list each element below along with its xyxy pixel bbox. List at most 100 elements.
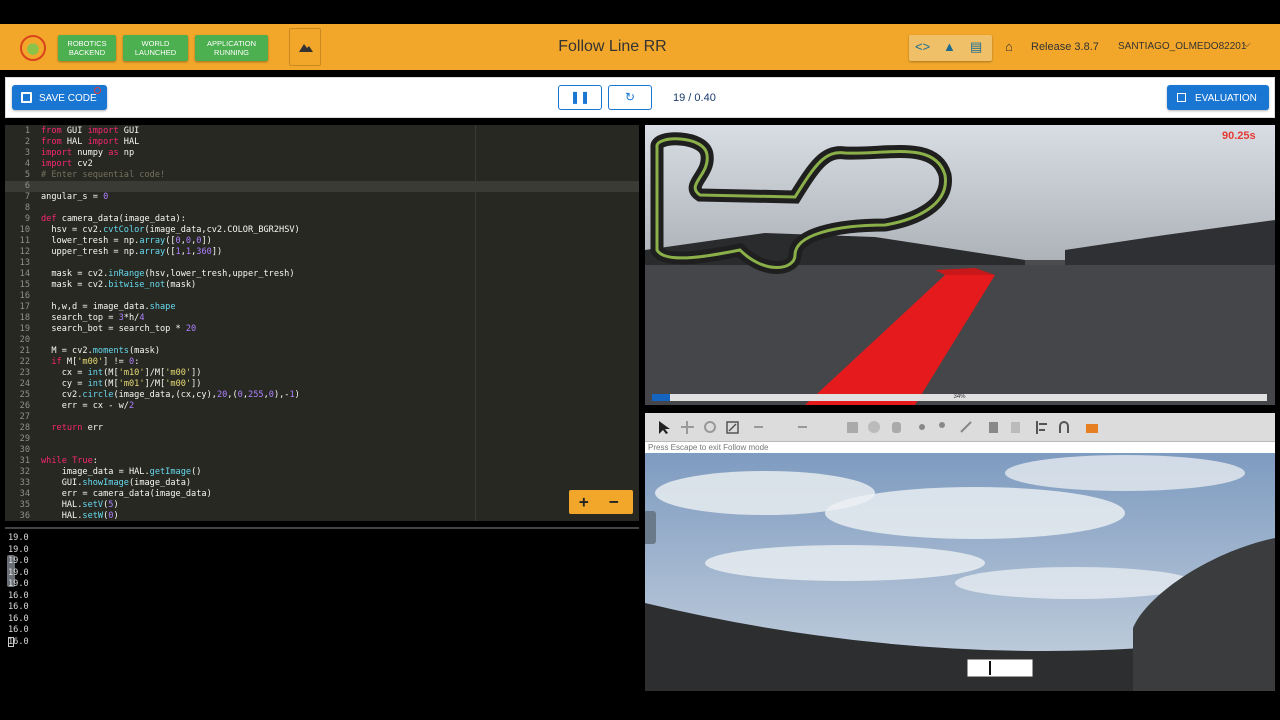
- gazebo-view[interactable]: Press Escape to exit Follow mode: [645, 413, 1275, 691]
- snap-icon[interactable]: [1057, 420, 1072, 435]
- rotate-icon[interactable]: [703, 420, 718, 435]
- cylinder-shape-icon[interactable]: [889, 420, 904, 435]
- code-line[interactable]: 10 hsv = cv2.cvtColor(image_data,cv2.COL…: [5, 225, 639, 236]
- copy-icon[interactable]: [987, 420, 1002, 435]
- user-menu[interactable]: SANTIAGO_OLMEDO82201: [1118, 41, 1246, 52]
- console-output[interactable]: 19.0 19.0 19.0 19.0 19.0 16.0 16.0 16.0 16.0 16.0: [5, 527, 639, 690]
- code-line[interactable]: 32 image_data = HAL.getImage(): [5, 467, 639, 478]
- code-line[interactable]: 1 from GUI import GUI: [5, 126, 639, 137]
- point-light-icon[interactable]: [915, 420, 930, 435]
- undo-icon[interactable]: [751, 420, 766, 435]
- code-line[interactable]: 19 search_bot = search_top * 20: [5, 324, 639, 335]
- scale-icon[interactable]: [725, 420, 740, 435]
- align-icon[interactable]: [1035, 420, 1050, 435]
- line-code: return err: [51, 423, 104, 433]
- line-number: 18: [19, 313, 30, 323]
- application-running-status[interactable]: APPLICATION RUNNING: [195, 35, 268, 61]
- chat-icon[interactable]: ▤: [970, 39, 982, 55]
- app-logo[interactable]: [20, 35, 46, 61]
- line-number: 27: [19, 412, 30, 422]
- spot-light-icon[interactable]: [937, 420, 952, 435]
- school-icon[interactable]: ▲: [943, 39, 956, 54]
- select-arrow-icon[interactable]: [657, 420, 672, 435]
- gazebo-scene[interactable]: [645, 453, 1275, 691]
- line-number: 16: [19, 291, 30, 301]
- zoom-in-button[interactable]: +: [579, 492, 589, 511]
- home-icon[interactable]: ⌂: [1005, 39, 1013, 54]
- code-line[interactable]: 14 mask = cv2.inRange(hsv,lower_tresh,up…: [5, 269, 639, 280]
- code-line[interactable]: 17 h,w,d = image_data.shape: [5, 302, 639, 313]
- code-line[interactable]: 6: [5, 181, 639, 192]
- code-line[interactable]: 33 GUI.showImage(image_data): [5, 478, 639, 489]
- code-icon[interactable]: <>: [915, 39, 930, 54]
- code-line[interactable]: 20: [5, 335, 639, 346]
- console-line: 19.0: [8, 579, 29, 589]
- code-line[interactable]: 18 search_top = 3*h/4: [5, 313, 639, 324]
- code-line[interactable]: 29: [5, 434, 639, 445]
- code-line[interactable]: 7 angular_s = 0: [5, 192, 639, 203]
- code-line[interactable]: 27: [5, 412, 639, 423]
- code-line[interactable]: 21 M = cv2.moments(mask): [5, 346, 639, 357]
- box-shape-icon[interactable]: [845, 420, 860, 435]
- chevron-down-icon[interactable]: ⌵: [1243, 39, 1251, 50]
- console-line: 16.0: [8, 590, 29, 601]
- line-code: import numpy as np: [41, 148, 135, 158]
- translate-icon[interactable]: [680, 420, 695, 435]
- code-line[interactable]: 16: [5, 291, 639, 302]
- pause-button[interactable]: ❚❚: [558, 85, 602, 110]
- line-code: GUI.showImage(image_data): [41, 478, 192, 488]
- code-line[interactable]: 34 err = camera_data(image_data): [5, 489, 639, 500]
- line-number: 7: [24, 192, 30, 202]
- line-code: from HAL import HAL: [41, 137, 140, 147]
- code-line[interactable]: 15 mask = cv2.bitwise_not(mask): [5, 280, 639, 291]
- terrain-button[interactable]: [289, 28, 321, 66]
- line-code: HAL.setW(0): [41, 511, 119, 521]
- code-line[interactable]: 36 HAL.setW(0): [5, 511, 639, 521]
- code-line[interactable]: 35 HAL.setV(5): [5, 500, 639, 511]
- code-line[interactable]: 3 import numpy as np: [5, 148, 639, 159]
- evaluation-button[interactable]: EVALUATION: [1167, 85, 1269, 110]
- lap-timer: 90.25s: [1222, 130, 1256, 142]
- code-line[interactable]: 31 while True:: [5, 456, 639, 467]
- status-line: APPLICATION: [206, 39, 257, 48]
- gazebo-3d-view: [645, 453, 1275, 691]
- console-line: 19.0: [8, 556, 29, 566]
- code-line[interactable]: 30: [5, 445, 639, 456]
- reset-button[interactable]: ↻: [608, 85, 652, 110]
- line-number: 1: [24, 126, 30, 136]
- side-panel-handle[interactable]: [645, 511, 656, 544]
- code-line[interactable]: 24 cy = int(M['m01']/M['m00']): [5, 379, 639, 390]
- line-code: cy = int(M['m01']/M['m00']): [41, 379, 202, 389]
- sphere-shape-icon[interactable]: [867, 420, 882, 435]
- code-line[interactable]: 28 return err: [5, 423, 639, 434]
- zoom-out-button[interactable]: −: [609, 492, 619, 511]
- code-line[interactable]: 2 from HAL import HAL: [5, 137, 639, 148]
- code-line[interactable]: 11 lower_tresh = np.array([0,0,0]): [5, 236, 639, 247]
- code-line[interactable]: 25 cv2.circle(image_data,(cx,cy),20,(0,2…: [5, 390, 639, 401]
- code-line[interactable]: 26 err = cx - w/2: [5, 401, 639, 412]
- lap-progress-bar: 34%: [652, 394, 1267, 401]
- code-line[interactable]: 12 upper_tresh = np.array([1,1,360]): [5, 247, 639, 258]
- paste-icon[interactable]: [1009, 420, 1024, 435]
- code-editor[interactable]: 36 HAL.setW(0) 35 HAL.setV(5) 34 err = cam…: [5, 125, 639, 521]
- save-label: SAVE CODE: [39, 93, 97, 104]
- action-toolbar: SAVE CODE ❚❚ ↻ 19 / 0.40 EVALUATION: [5, 77, 1275, 118]
- code-line[interactable]: 9 def camera_data(image_data):: [5, 214, 639, 225]
- code-line[interactable]: 22 if M['m00'] != 0:: [5, 357, 639, 368]
- code-line[interactable]: 23 cx = int(M['m10']/M['m00']): [5, 368, 639, 379]
- screenshot-icon[interactable]: [1085, 420, 1100, 435]
- line-code: cx = int(M['m10']/M['m00']): [41, 368, 202, 378]
- line-code: if M['m00'] != 0:: [51, 357, 140, 367]
- code-line[interactable]: 5 # Enter sequential code!: [5, 170, 639, 181]
- code-line[interactable]: 13: [5, 258, 639, 269]
- save-code-button[interactable]: SAVE CODE: [12, 85, 107, 110]
- world-launched-status[interactable]: WORLD LAUNCHED: [123, 35, 188, 61]
- code-line[interactable]: 4 import cv2: [5, 159, 639, 170]
- line-code: while True:: [41, 456, 98, 466]
- robotics-backend-status[interactable]: ROBOTICS BACKEND: [58, 35, 116, 61]
- line-number: 30: [19, 445, 30, 455]
- redo-icon[interactable]: [795, 420, 810, 435]
- line-number: 22: [19, 357, 30, 367]
- code-line[interactable]: 8: [5, 203, 639, 214]
- directional-light-icon[interactable]: [959, 420, 974, 435]
